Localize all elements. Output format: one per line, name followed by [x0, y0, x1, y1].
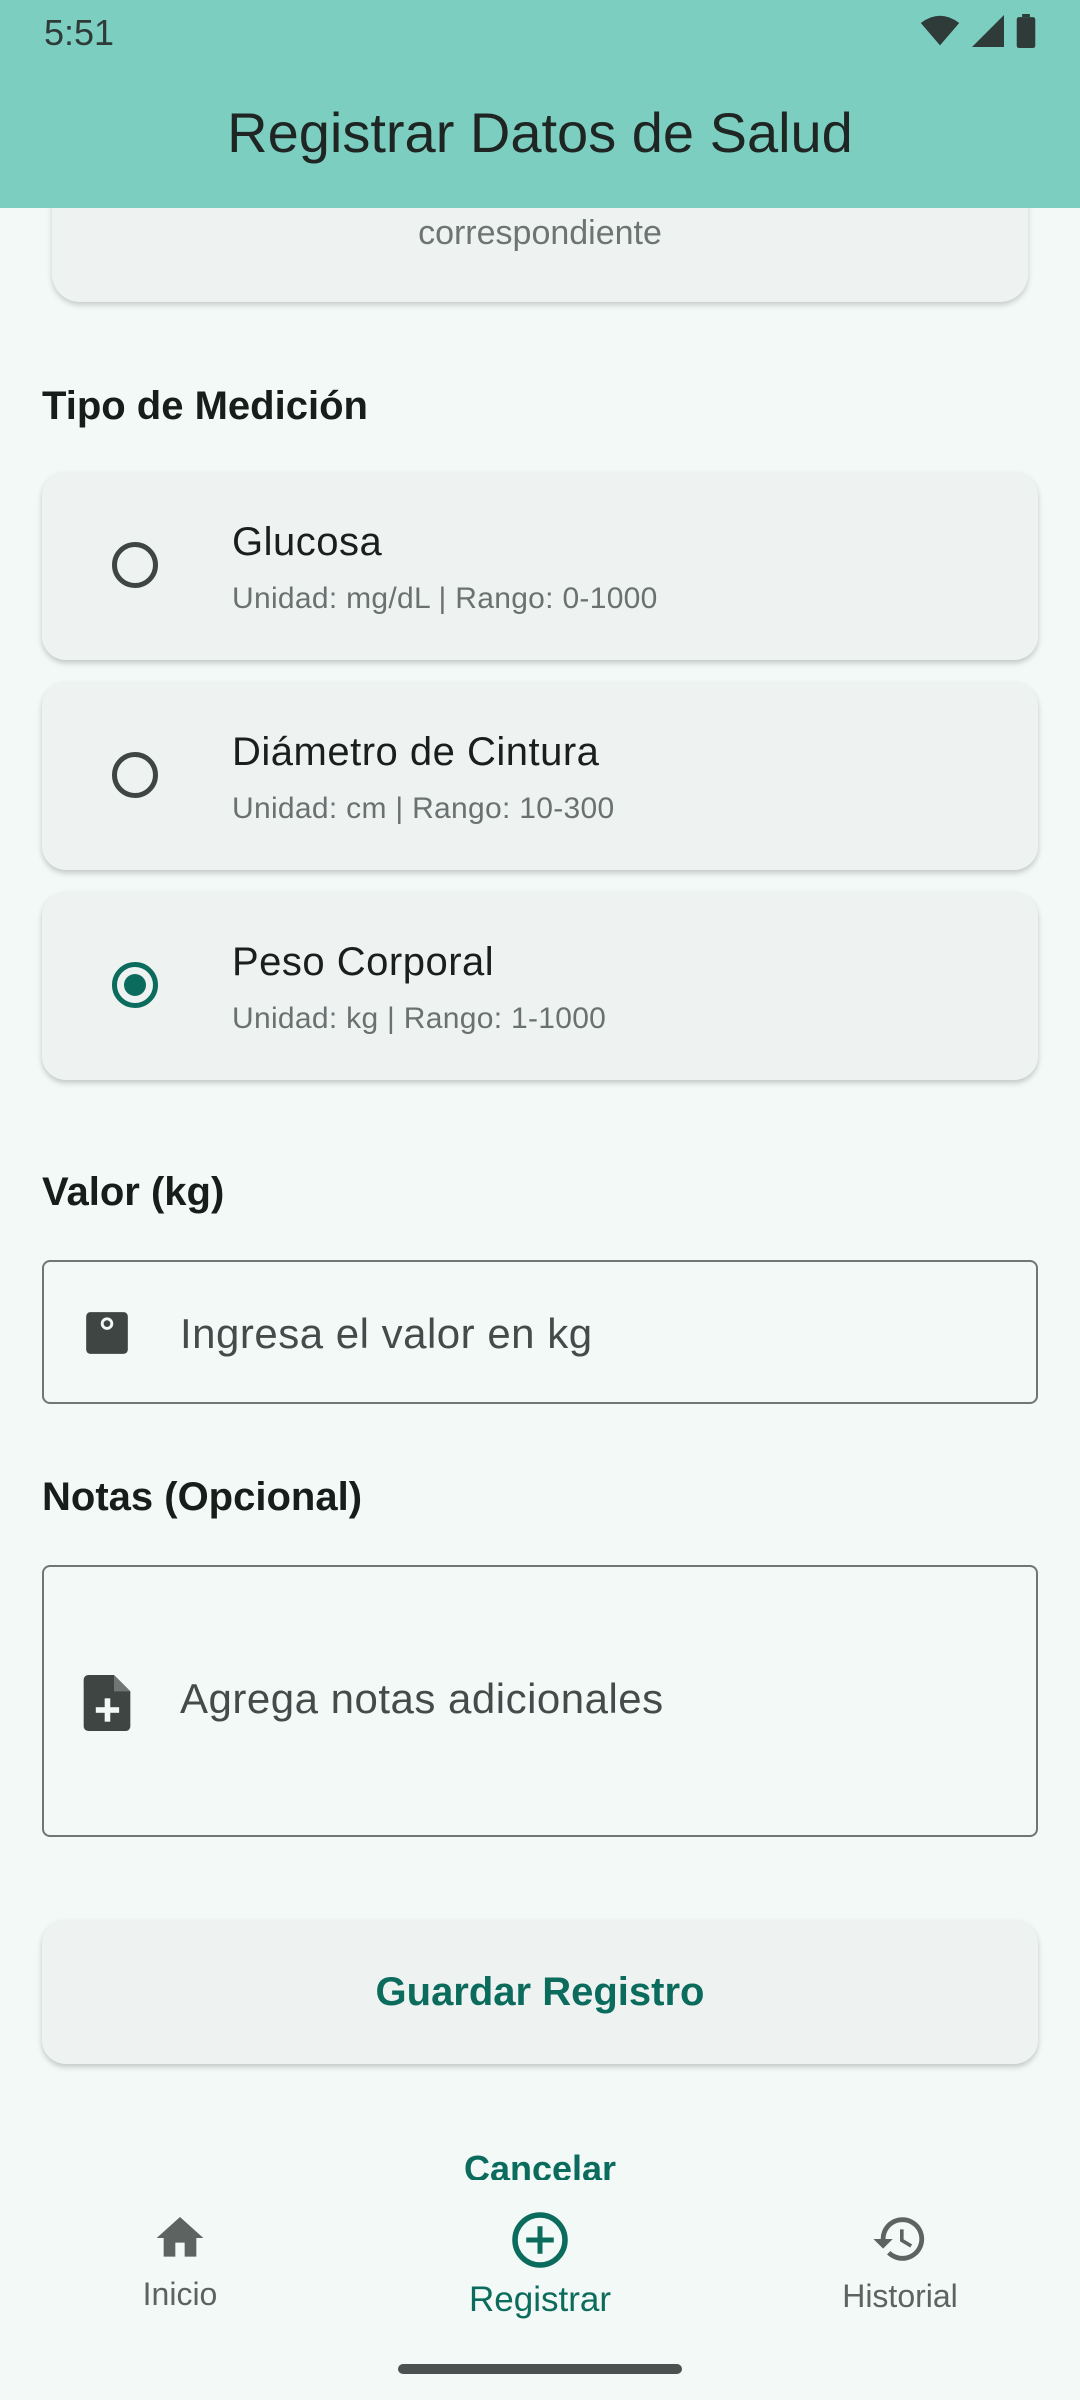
- battery-icon: [1016, 14, 1036, 48]
- notes-label: Notas (Opcional): [42, 1475, 363, 1519]
- home-icon: [30, 2210, 330, 2266]
- nav-item-historial[interactable]: Historial: [750, 2210, 1050, 2315]
- nav-item-registrar[interactable]: Registrar: [390, 2210, 690, 2320]
- app-bar: 5:51 Registrar Datos de Salud: [0, 0, 1080, 208]
- option-subtitle: Unidad: cm | Rango: 10-300: [232, 792, 615, 825]
- add-circle-icon: [390, 2210, 690, 2270]
- note-add-icon: [82, 1675, 132, 1736]
- option-diametro-cintura[interactable]: Diámetro de Cintura Unidad: cm | Rango: …: [42, 682, 1038, 870]
- history-icon: [750, 2210, 1050, 2268]
- option-title: Diámetro de Cintura: [232, 730, 600, 774]
- radio-button-selected[interactable]: [112, 962, 158, 1008]
- value-field[interactable]: [42, 1260, 1038, 1404]
- page-title: Registrar Datos de Salud: [227, 101, 853, 164]
- notes-field[interactable]: [42, 1565, 1038, 1837]
- option-title: Peso Corporal: [232, 940, 495, 984]
- option-peso-corporal[interactable]: Peso Corporal Unidad: kg | Rango: 1-1000: [42, 892, 1038, 1080]
- scale-icon: [82, 1308, 132, 1363]
- option-subtitle: Unidad: mg/dL | Rango: 0-1000: [232, 582, 658, 615]
- radio-button[interactable]: [112, 752, 158, 798]
- app-screen: correspondiente Tipo de Medición Glucosa…: [0, 0, 1080, 2400]
- home-indicator[interactable]: [398, 2364, 682, 2374]
- option-glucosa[interactable]: Glucosa Unidad: mg/dL | Rango: 0-1000: [42, 472, 1038, 660]
- signal-icon: [972, 15, 1004, 47]
- wifi-icon: [920, 15, 960, 47]
- nav-label: Historial: [842, 2278, 958, 2314]
- nav-item-inicio[interactable]: Inicio: [30, 2210, 330, 2313]
- measurement-type-label: Tipo de Medición: [42, 384, 368, 428]
- form-content[interactable]: correspondiente Tipo de Medición Glucosa…: [0, 0, 1080, 2189]
- option-title: Glucosa: [232, 520, 383, 564]
- value-label: Valor (kg): [42, 1170, 225, 1214]
- status-time: 5:51: [44, 12, 115, 53]
- status-icons: [920, 14, 1036, 48]
- save-button[interactable]: Guardar Registro: [42, 1920, 1038, 2064]
- info-card-text: correspondiente: [418, 214, 662, 252]
- nav-label: Registrar: [469, 2280, 611, 2319]
- notes-input[interactable]: [180, 1675, 1006, 1735]
- option-subtitle: Unidad: kg | Rango: 1-1000: [232, 1002, 607, 1035]
- nav-label: Inicio: [142, 2276, 218, 2312]
- value-input[interactable]: [180, 1308, 1006, 1360]
- radio-button[interactable]: [112, 542, 158, 588]
